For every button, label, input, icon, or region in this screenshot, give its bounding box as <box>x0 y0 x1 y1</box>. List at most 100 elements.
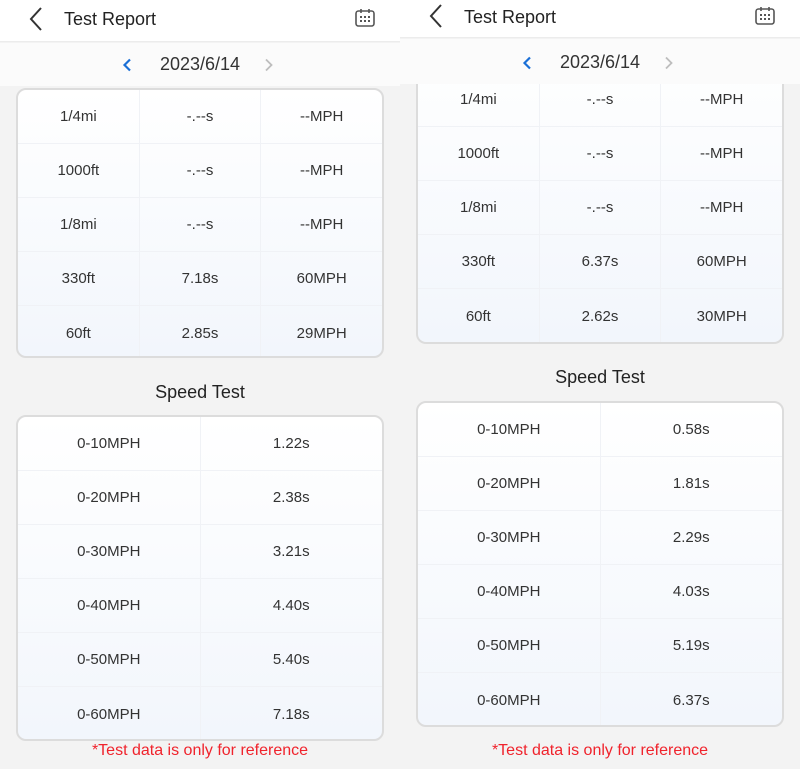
calendar-icon <box>355 9 375 27</box>
elapsed-time: 2.85s <box>140 306 262 356</box>
speed-time: 4.40s <box>272 597 310 614</box>
speed-row: 0-60MPH 6.37s <box>418 673 782 725</box>
page-title: Test Report <box>64 9 157 29</box>
elapsed-time: 7.18s <box>140 252 262 305</box>
speed-time: 0.58s <box>672 421 710 438</box>
report-panel-left: 1/4mi -.--s --MPH 1000ft -.--s --MPH 1/8mi -.--… <box>0 0 400 769</box>
speed-range: 0-30MPH <box>418 511 601 564</box>
distance-label: 60ft <box>18 306 140 356</box>
speed-range: 0-60MPH <box>18 687 201 739</box>
speed-row: 0-30MPH 3.21s <box>18 525 382 579</box>
speed-row: 0-40MPH 4.03s <box>418 565 782 619</box>
trap-speed: --MPH <box>300 216 344 233</box>
speed-row: 0-60MPH 7.18s <box>18 687 382 739</box>
speed-time: 6.37s <box>672 691 710 709</box>
chevron-right-icon <box>265 58 273 72</box>
elapsed-time: -.--s <box>140 198 262 251</box>
trap-speed: --MPH <box>700 199 744 216</box>
speed-time: 2.29s <box>672 529 710 546</box>
trap-speed: --MPH <box>300 162 344 179</box>
speed-time: 3.21s <box>272 543 310 560</box>
chevron-left-icon <box>429 4 442 28</box>
next-date-button[interactable] <box>260 55 278 75</box>
speed-range: 0-50MPH <box>18 633 201 686</box>
distance-label: 60ft <box>418 289 540 342</box>
speed-range: 0-60MPH <box>418 673 601 725</box>
speed-range: 0-20MPH <box>418 457 601 510</box>
speed-range: 0-30MPH <box>18 525 201 578</box>
trap-speed: --MPH <box>700 145 744 162</box>
calendar-icon <box>755 7 775 25</box>
distance-label: 1/4mi <box>18 90 140 143</box>
speed-row: 0-40MPH 4.40s <box>18 579 382 633</box>
speed-time: 2.38s <box>272 489 310 506</box>
speed-range: 0-10MPH <box>418 403 601 456</box>
trap-speed: --MPH <box>300 108 344 125</box>
distance-row: 1000ft -.--s --MPH <box>18 144 382 198</box>
distance-label: 330ft <box>18 252 140 305</box>
elapsed-time: -.--s <box>540 181 662 234</box>
speed-range: 0-40MPH <box>418 565 601 618</box>
next-date-button[interactable] <box>660 53 678 73</box>
calendar-button[interactable] <box>754 5 776 27</box>
distance-table: 1/4mi -.--s --MPH 1000ft -.--s --MPH 1/8mi -.--… <box>416 46 784 344</box>
distance-row: 1/4mi -.--s --MPH <box>18 90 382 144</box>
current-date: 2023/6/14 <box>159 54 241 74</box>
distance-row: 1/8mi -.--s --MPH <box>18 198 382 252</box>
distance-label: 330ft <box>418 235 540 288</box>
elapsed-time: 2.62s <box>540 289 662 342</box>
distance-row: 330ft 7.18s 60MPH <box>18 252 382 306</box>
trap-speed: 60MPH <box>696 253 747 270</box>
speed-test-table: 0-10MPH 0.58s 0-20MPH 1.81s 0-30MPH 2.29s 0-40… <box>416 401 784 727</box>
speed-time: 1.81s <box>672 475 710 492</box>
app-header: Test Report <box>400 0 800 38</box>
speed-row: 0-20MPH 2.38s <box>18 471 382 525</box>
elapsed-time: -.--s <box>140 90 262 143</box>
page-title: Test Report <box>464 7 557 27</box>
speed-test-title: Speed Test <box>155 382 245 402</box>
calendar-button[interactable] <box>354 7 376 29</box>
app-header: Test Report <box>0 0 400 42</box>
speed-row: 0-20MPH 1.81s <box>418 457 782 511</box>
distance-label: 1000ft <box>418 127 540 180</box>
speed-time: 7.18s <box>272 705 310 723</box>
current-date: 2023/6/14 <box>559 52 641 72</box>
speed-range: 0-40MPH <box>18 579 201 632</box>
date-navigator: 2023/6/14 <box>400 39 800 84</box>
speed-range: 0-10MPH <box>18 417 201 470</box>
back-button[interactable] <box>424 1 448 31</box>
date-navigator: 2023/6/14 <box>0 43 400 86</box>
speed-row: 0-50MPH 5.19s <box>418 619 782 673</box>
chevron-left-icon <box>29 7 42 31</box>
distance-table: 1/4mi -.--s --MPH 1000ft -.--s --MPH 1/8mi -.--… <box>16 88 384 358</box>
distance-row: 1/8mi -.--s --MPH <box>418 181 782 235</box>
trap-speed: 30MPH <box>696 307 747 325</box>
speed-time: 1.22s <box>272 435 310 452</box>
speed-time: 5.40s <box>272 651 310 668</box>
elapsed-time: -.--s <box>540 127 662 180</box>
distance-row: 330ft 6.37s 60MPH <box>418 235 782 289</box>
speed-range: 0-50MPH <box>418 619 601 672</box>
chevron-right-icon <box>665 56 673 70</box>
speed-time: 4.03s <box>672 583 710 600</box>
speed-row: 0-10MPH 1.22s <box>18 417 382 471</box>
distance-row: 1000ft -.--s --MPH <box>418 127 782 181</box>
speed-test-table: 0-10MPH 1.22s 0-20MPH 2.38s 0-30MPH 3.21s 0-40… <box>16 415 384 741</box>
report-panel-right: 1/4mi -.--s --MPH 1000ft -.--s --MPH 1/8mi -.--… <box>400 0 800 769</box>
distance-row: 60ft 2.85s 29MPH <box>18 306 382 356</box>
speed-test-title: Speed Test <box>555 367 645 387</box>
elapsed-time: -.--s <box>140 144 262 197</box>
speed-row: 0-30MPH 2.29s <box>418 511 782 565</box>
trap-speed: 29MPH <box>296 324 347 342</box>
distance-label: 1/8mi <box>18 198 140 251</box>
distance-label: 1000ft <box>18 144 140 197</box>
disclaimer-text: *Test data is only for reference <box>91 742 309 759</box>
speed-row: 0-50MPH 5.40s <box>18 633 382 687</box>
disclaimer-text: *Test data is only for reference <box>491 742 709 759</box>
elapsed-time: 6.37s <box>540 235 662 288</box>
speed-row: 0-10MPH 0.58s <box>418 403 782 457</box>
speed-time: 5.19s <box>672 637 710 654</box>
trap-speed: 60MPH <box>296 270 347 287</box>
back-button[interactable] <box>24 4 48 34</box>
speed-range: 0-20MPH <box>18 471 201 524</box>
